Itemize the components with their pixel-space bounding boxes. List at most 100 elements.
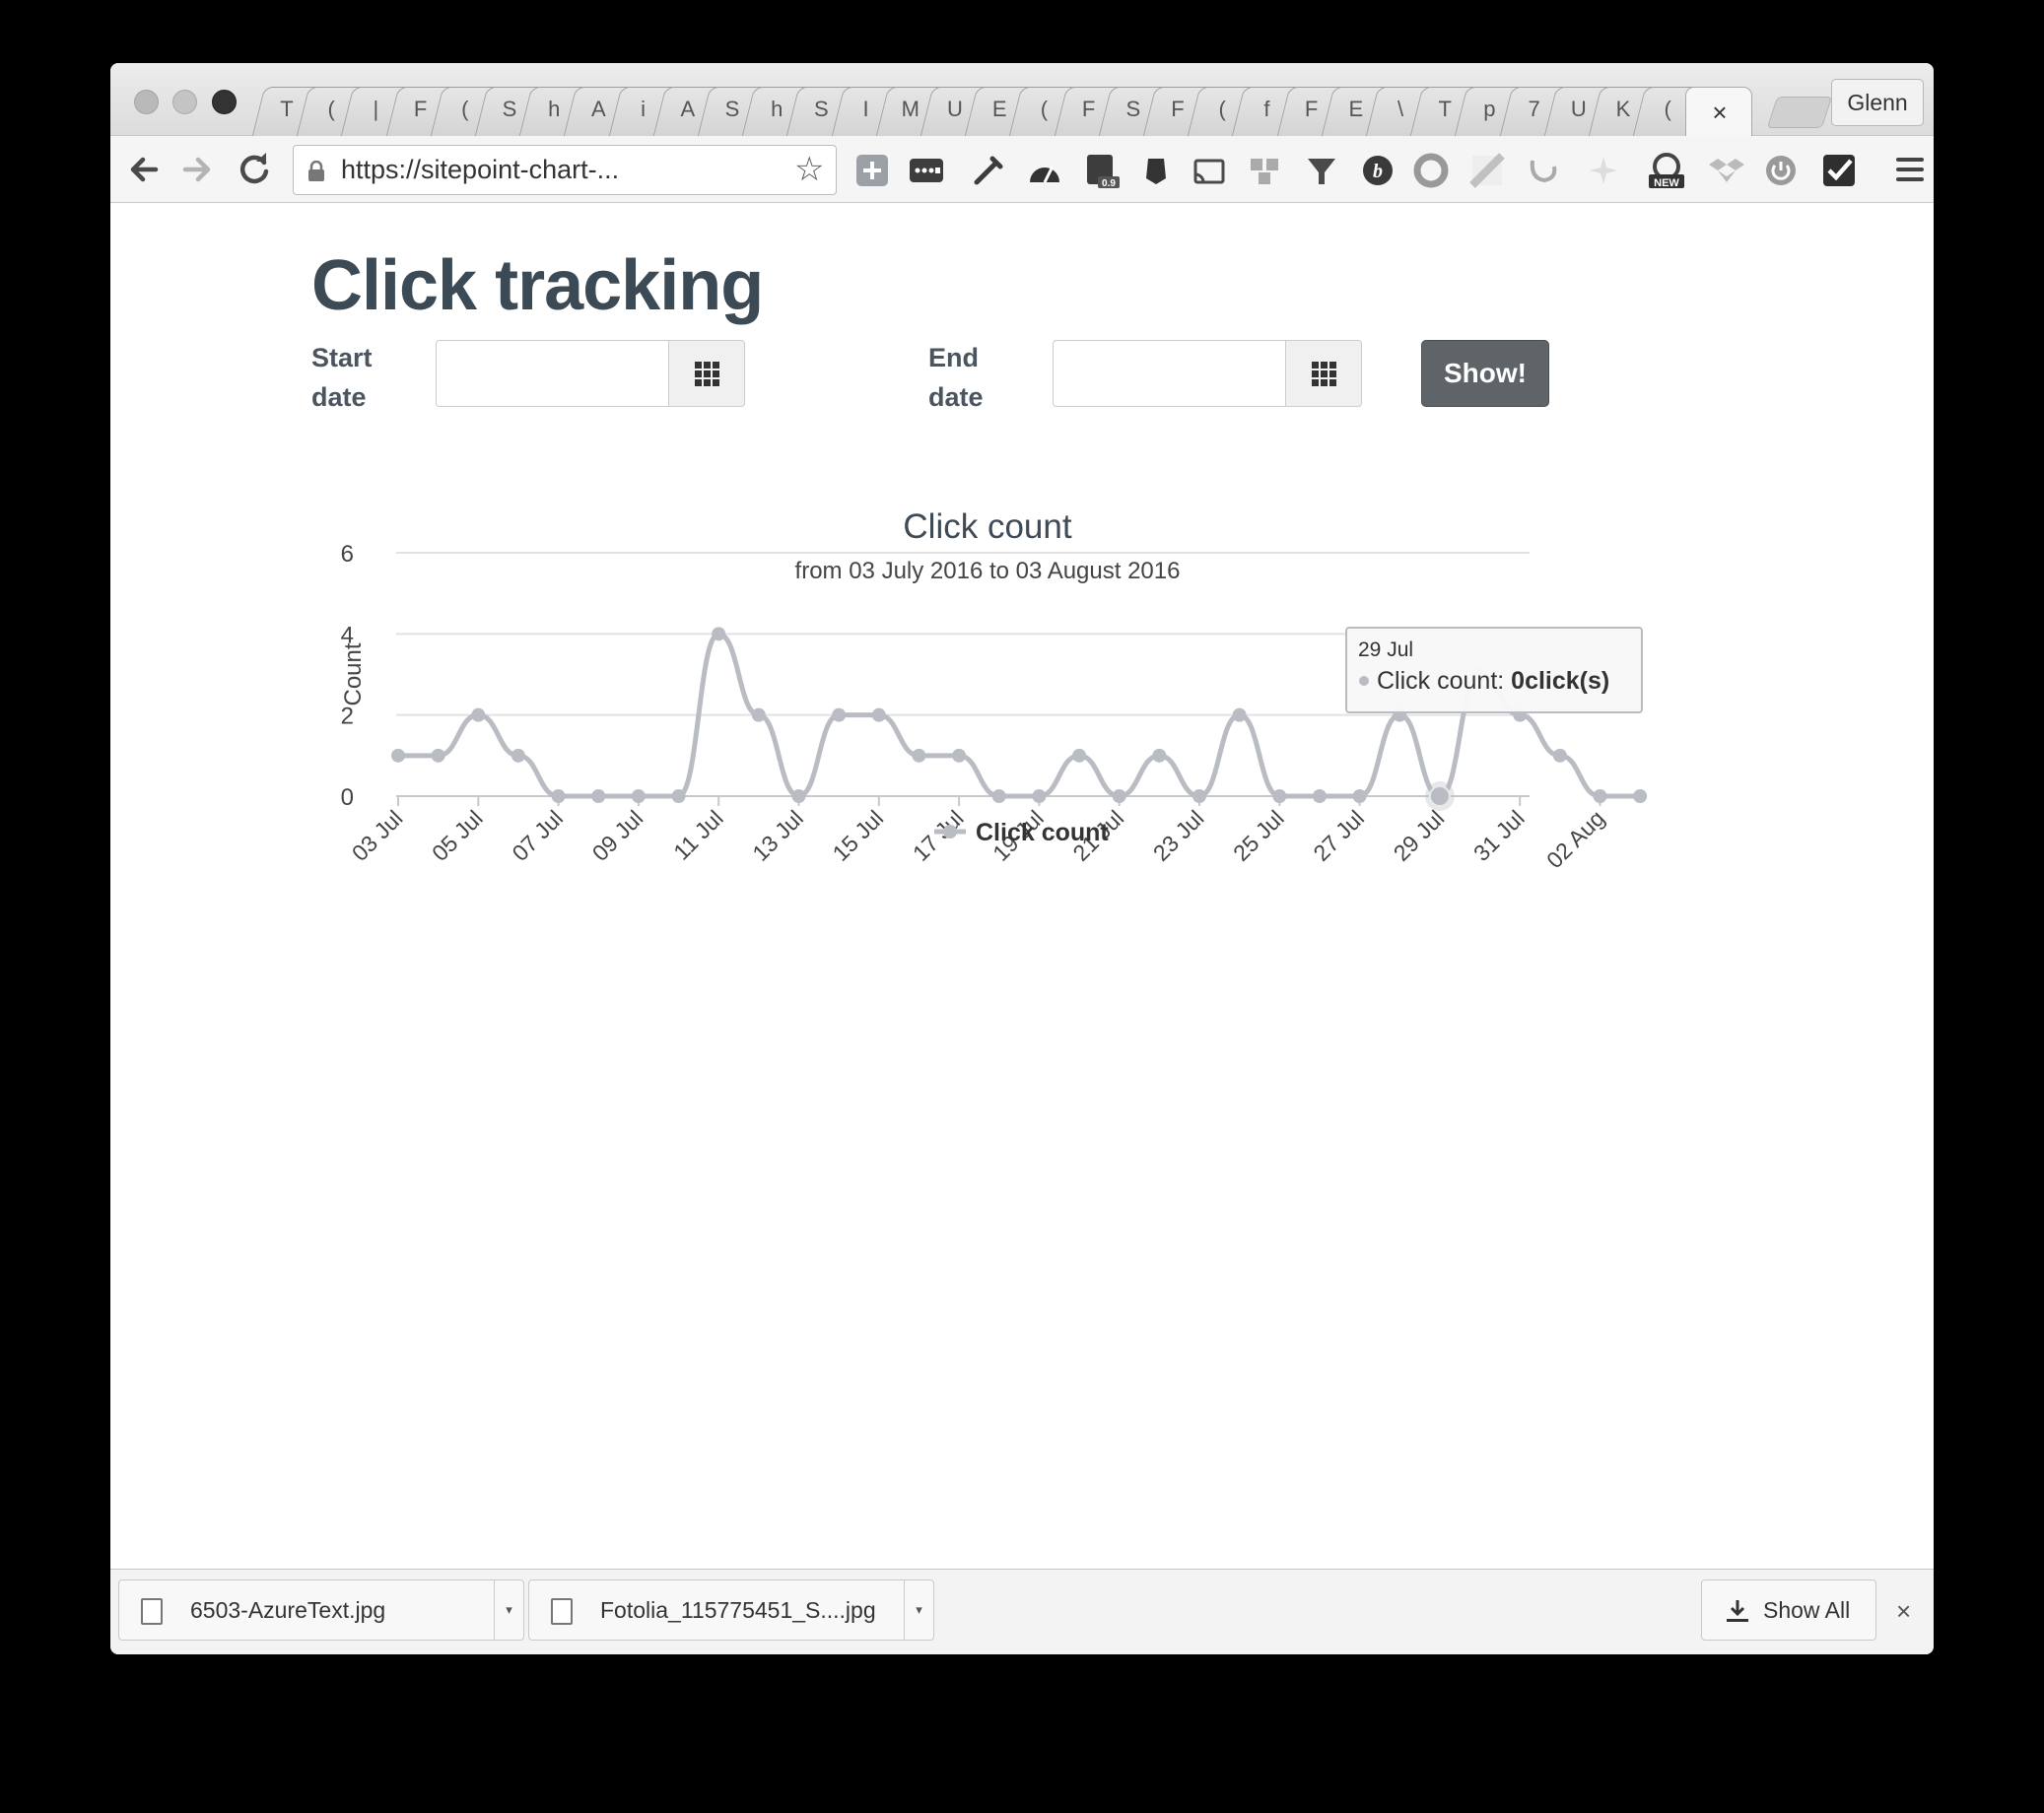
tab-title: ( — [327, 97, 335, 121]
lock-icon — [308, 161, 324, 181]
back-button[interactable] — [124, 150, 164, 198]
tab-title: F — [1081, 97, 1096, 121]
new-badge-icon[interactable]: NEW — [1649, 153, 1684, 189]
tooltip-date: 29 Jul — [1358, 638, 1413, 661]
checkmark-icon[interactable] — [1821, 153, 1857, 188]
data-point[interactable] — [1552, 748, 1567, 763]
page-ruler-icon[interactable] — [1469, 153, 1505, 188]
x-tick-label: 15 Jul — [828, 805, 889, 866]
url-text: https://sitepoint-chart-... — [341, 155, 620, 184]
data-point[interactable] — [1633, 789, 1648, 803]
reload-button[interactable] — [235, 150, 274, 198]
window-maximize-button[interactable] — [212, 90, 237, 114]
tab-title: F — [1304, 97, 1319, 121]
x-tick-label: 29 Jul — [1389, 805, 1450, 866]
window-minimize-button[interactable] — [172, 90, 197, 114]
star-icon[interactable]: ☆ — [794, 150, 824, 189]
lifebuoy-icon[interactable] — [1413, 153, 1449, 188]
screenshot-icon[interactable]: 0.9 — [1084, 153, 1120, 189]
close-icon[interactable]: × — [1896, 1591, 1911, 1631]
data-point[interactable] — [591, 789, 606, 803]
tab-title: \ — [1397, 97, 1404, 121]
dots-icon[interactable] — [909, 153, 944, 188]
file-icon — [141, 1598, 163, 1625]
data-point[interactable] — [912, 748, 926, 763]
add-icon[interactable] — [854, 153, 890, 188]
tab-active[interactable]: × — [1685, 87, 1752, 137]
data-point[interactable] — [431, 748, 445, 763]
x-tick-label: 31 Jul — [1468, 805, 1530, 866]
data-point[interactable] — [832, 707, 847, 722]
data-point[interactable] — [1072, 748, 1087, 763]
x-tick-label: 25 Jul — [1228, 805, 1289, 866]
data-point[interactable] — [1152, 748, 1167, 763]
new-tab-button[interactable] — [1766, 97, 1833, 128]
tab-title: E — [1348, 97, 1364, 121]
data-point[interactable] — [511, 748, 525, 763]
browser-toolbar: https://sitepoint-chart-... ☆ 0.9 b NEW — [110, 136, 1934, 203]
data-point[interactable] — [991, 789, 1006, 803]
data-point[interactable] — [1112, 789, 1126, 803]
funnel-icon[interactable] — [1304, 153, 1339, 188]
dropbox-icon[interactable] — [1709, 153, 1744, 188]
data-point[interactable] — [871, 707, 886, 722]
y-axis-label: Count — [340, 642, 367, 705]
data-point[interactable] — [1232, 707, 1247, 722]
download-menu-caret-icon[interactable]: ▾ — [494, 1580, 523, 1640]
tab-title: h — [771, 97, 784, 121]
boxes-icon[interactable] — [1247, 153, 1282, 188]
x-tick-label: 17 Jul — [908, 805, 969, 866]
file-icon — [551, 1598, 573, 1625]
page-content: Click tracking Start date End date Show!… — [110, 204, 1934, 1633]
evernote-icon[interactable] — [1138, 153, 1174, 188]
tooltip-series-marker — [1359, 676, 1369, 686]
tab-title: T — [1438, 97, 1452, 121]
legend-label: Click count — [976, 819, 1109, 846]
data-point[interactable] — [631, 789, 646, 803]
tab-title: A — [680, 97, 696, 121]
forward-button[interactable] — [177, 150, 217, 198]
tab-title: | — [373, 97, 379, 121]
data-point[interactable] — [391, 748, 405, 763]
data-point[interactable] — [712, 627, 726, 641]
cast-icon[interactable] — [1192, 153, 1227, 188]
data-point[interactable] — [1192, 789, 1206, 803]
x-tick-label: 27 Jul — [1308, 805, 1369, 866]
tab-title: U — [947, 97, 963, 121]
window-close-button[interactable] — [134, 90, 159, 114]
data-point[interactable] — [952, 748, 967, 763]
data-point[interactable] — [1352, 789, 1367, 803]
downloads-bar: 6503-AzureText.jpg ▾ Fotolia_115775451_S… — [110, 1569, 1934, 1654]
tab-title: I — [862, 97, 869, 121]
data-point[interactable] — [791, 789, 806, 803]
data-point[interactable] — [471, 707, 486, 722]
data-point[interactable] — [1032, 789, 1047, 803]
data-point[interactable] — [671, 789, 686, 803]
b-circle-icon[interactable]: b — [1360, 153, 1396, 188]
download-item[interactable]: Fotolia_115775451_S....jpg ▾ — [528, 1579, 934, 1641]
download-menu-caret-icon[interactable]: ▾ — [904, 1580, 933, 1640]
eyedropper-icon[interactable] — [971, 153, 1006, 188]
profile-button[interactable]: Glenn — [1831, 79, 1924, 126]
hamburger-menu-icon[interactable] — [1896, 158, 1924, 181]
browser-window: T (| F (Sh Ai A Sh S I M U E (F S F (f F E \ Tp 7 U K ( × Glenn… — [110, 63, 1934, 1654]
address-bar[interactable]: https://sitepoint-chart-... ☆ — [293, 145, 837, 195]
tab-title: E — [991, 97, 1007, 121]
data-point[interactable] — [1312, 789, 1327, 803]
show-all-downloads-button[interactable]: Show All — [1701, 1579, 1876, 1641]
data-point[interactable] — [1593, 789, 1607, 803]
data-point[interactable] — [1272, 789, 1287, 803]
y-tick-label: 2 — [341, 704, 354, 730]
download-icon — [1727, 1600, 1748, 1622]
sparkle-icon[interactable] — [1586, 153, 1621, 188]
data-point[interactable] — [551, 789, 566, 803]
power-icon[interactable] — [1763, 153, 1799, 188]
data-point[interactable] — [751, 707, 766, 722]
stethoscope-icon[interactable] — [1527, 153, 1562, 188]
tab-close-icon[interactable]: × — [1686, 98, 1753, 128]
x-tick-label: 03 Jul — [347, 805, 408, 866]
x-tick-label: 02 Aug — [1541, 805, 1609, 873]
download-item[interactable]: 6503-AzureText.jpg ▾ — [118, 1579, 524, 1641]
speedometer-icon[interactable] — [1027, 153, 1062, 188]
tab-title: ( — [1040, 97, 1049, 121]
